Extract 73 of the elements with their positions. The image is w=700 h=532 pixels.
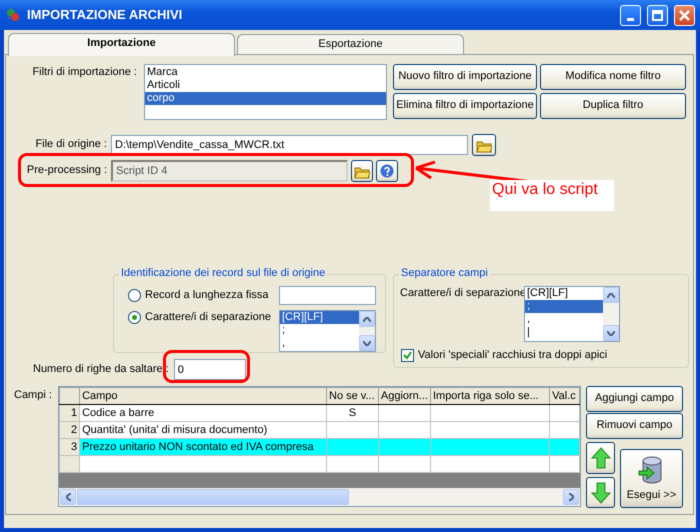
maximize-button[interactable] <box>647 4 668 26</box>
table-cell: Prezzo unitario NON scontato ed IVA compresa <box>80 438 326 456</box>
annotation-callout: Qui va lo script <box>490 180 614 211</box>
check-icon <box>403 351 412 360</box>
browse-button[interactable] <box>351 160 373 182</box>
help-icon <box>380 164 394 178</box>
scroll-down-button[interactable] <box>603 325 619 341</box>
checkbox[interactable] <box>401 349 414 362</box>
column-header[interactable]: No se v... <box>326 388 378 404</box>
field-label: File di origine : <box>34 138 107 152</box>
run-button[interactable]: Esegui >> <box>620 449 683 508</box>
list-item[interactable]: | <box>525 326 603 339</box>
list-item[interactable]: , <box>280 337 359 350</box>
down-arrow-icon <box>590 482 610 504</box>
field-label: Carattere/i di separazione <box>400 287 526 300</box>
filter-action-button[interactable]: Elimina filtro di importazione <box>393 93 537 119</box>
list-item[interactable]: [CR][LF] <box>280 311 359 324</box>
up-arrow-icon <box>590 447 610 469</box>
browse-button[interactable] <box>472 134 496 156</box>
group-title: Separatore campi <box>399 267 490 280</box>
maximize-icon <box>652 10 663 20</box>
tab[interactable]: Esportazione <box>237 34 464 54</box>
list-item[interactable]: Marca <box>145 66 386 79</box>
list-item[interactable]: ; <box>280 324 359 337</box>
row-number: 3 <box>60 438 80 456</box>
checkbox-label[interactable]: Valori 'speciali' racchiusi tra doppi apici <box>418 349 608 362</box>
filter-action-button[interactable]: Duplica filtro <box>540 93 686 119</box>
column-header[interactable]: Campo <box>80 388 326 404</box>
row-number: 1 <box>60 404 80 422</box>
radio-button[interactable] <box>128 311 141 324</box>
field-action-button[interactable]: Rimuovi campo <box>586 413 683 439</box>
table-cell: S <box>326 404 378 422</box>
scroll-up-button[interactable] <box>359 311 375 327</box>
row-number: 2 <box>60 422 80 438</box>
length-field[interactable] <box>279 286 376 305</box>
field-label: Filtri di importazione : <box>31 65 137 80</box>
scroll-thumb[interactable] <box>77 489 349 505</box>
field-action-button[interactable]: Aggiungi campo <box>586 386 683 412</box>
corner-cell <box>60 388 80 404</box>
column-header[interactable]: Importa riga solo se... <box>430 388 550 404</box>
field-label: Campi : <box>14 388 53 403</box>
app-icon <box>5 7 21 23</box>
scroll-left-button[interactable] <box>60 489 76 505</box>
file-path-field[interactable]: D:\temp\Vendite_cassa_MWCR.txt <box>111 135 468 155</box>
scroll-up-button[interactable] <box>603 287 619 303</box>
group-title: Identificazione dei record sul file di origine <box>119 267 328 280</box>
minimize-button[interactable] <box>620 4 641 26</box>
scroll-right-button[interactable] <box>563 489 579 505</box>
tab[interactable]: Importazione <box>8 33 235 56</box>
column-header[interactable]: Val.c <box>550 388 580 404</box>
close-button[interactable] <box>674 4 695 26</box>
table-cell: Codice a barre <box>80 404 326 422</box>
list-item[interactable]: , <box>525 313 603 326</box>
close-icon <box>679 10 690 20</box>
help-button[interactable] <box>376 160 398 182</box>
field-label: Numero di righe da saltare : <box>33 362 169 376</box>
minimize-icon <box>627 18 634 20</box>
window-title: IMPORTAZIONE ARCHIVI <box>27 7 184 23</box>
radio-label[interactable]: Record a lunghezza fissa <box>145 289 269 302</box>
scroll-down-button[interactable] <box>359 335 375 351</box>
list-item[interactable]: corpo <box>145 92 386 105</box>
list-item[interactable]: ; <box>525 300 603 313</box>
list-item[interactable]: Articoli <box>145 79 386 92</box>
radio-button[interactable] <box>128 289 141 302</box>
column-header[interactable]: Aggiorn... <box>378 388 430 404</box>
radio-label[interactable]: Carattere/i di separazione <box>145 311 271 324</box>
filter-action-button[interactable]: Nuovo filtro di importazione <box>393 64 537 90</box>
skip-rows-field[interactable]: 0 <box>174 359 246 380</box>
filter-action-button[interactable]: Modifica nome filtro <box>540 64 686 90</box>
move-down-button[interactable] <box>586 477 615 508</box>
field-label: Pre-processing : <box>26 164 107 178</box>
move-up-button[interactable] <box>586 442 615 474</box>
list-item[interactable]: [CR][LF] <box>525 287 603 300</box>
